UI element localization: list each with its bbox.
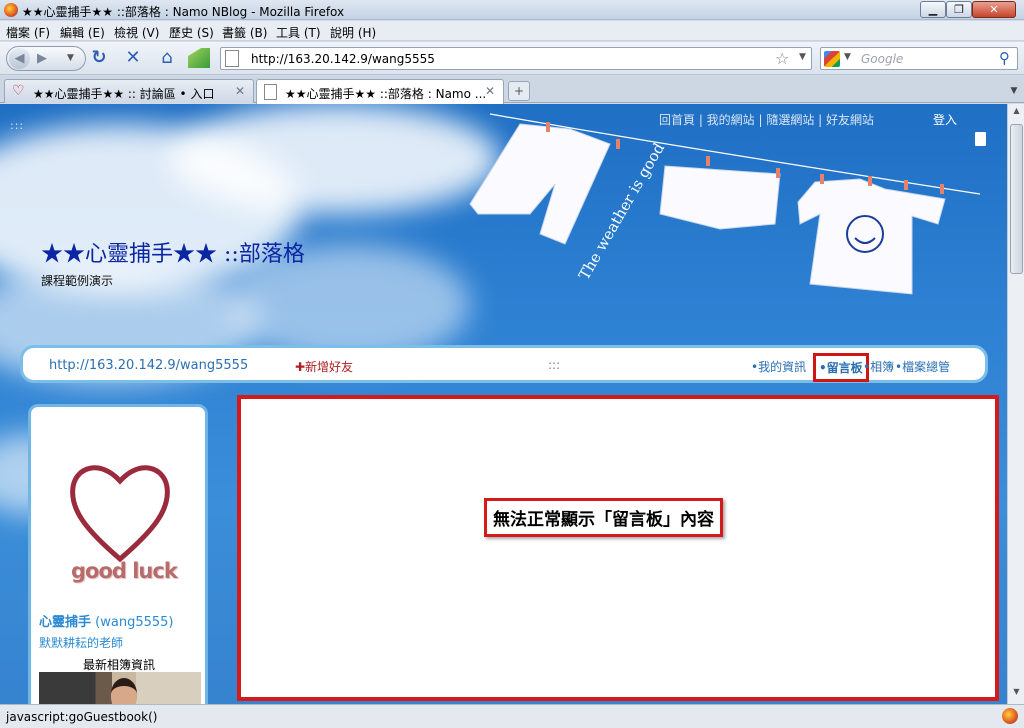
- profile-description: 默默耕耘的老師: [39, 636, 124, 650]
- window-title: ★★心靈捕手★★ ::部落格 : Namo NBlog - Mozilla Fi…: [22, 5, 345, 19]
- google-icon[interactable]: [824, 51, 840, 67]
- profile-sidebar: good luck 心靈捕手 (wang5555) 默默耕耘的老師 最新相簿資訊: [28, 404, 208, 704]
- browser-window: ★★心靈捕手★★ ::部落格 : Namo NBlog - Mozilla Fi…: [0, 0, 1024, 728]
- home-icon[interactable]: ⌂: [156, 48, 178, 68]
- blog-subtitle: 課程範例演示: [41, 274, 114, 288]
- forward-arrow-icon[interactable]: ▶: [37, 48, 47, 69]
- status-text: javascript:goGuestbook(): [6, 710, 158, 724]
- menu-tools[interactable]: 工具 (T): [276, 24, 321, 41]
- blog-url-link[interactable]: http://163.20.142.9/wang5555: [49, 358, 248, 373]
- tab-label: ★★心靈捕手★★ ::部落格 : Namo ...: [285, 87, 487, 101]
- nav-album[interactable]: •相簿: [863, 358, 894, 375]
- back-forward-group: ◀ ▶ ▼: [6, 46, 86, 71]
- back-arrow-icon[interactable]: ◀: [9, 48, 30, 69]
- close-tab-icon[interactable]: ✕: [235, 84, 245, 98]
- album-thumbnail[interactable]: [39, 672, 201, 704]
- search-placeholder[interactable]: Google: [861, 52, 903, 66]
- search-engine-dropdown-icon[interactable]: ▼: [844, 52, 851, 62]
- vertical-scrollbar[interactable]: ▲ ▼: [1007, 104, 1024, 704]
- url-dropdown-icon[interactable]: ▼: [799, 52, 806, 62]
- menu-help[interactable]: 說明 (H): [330, 24, 376, 41]
- menu-bar: 檔案 (F) 編輯 (E) 檢視 (V) 歷史 (S) 書籤 (B) 工具 (T…: [0, 21, 1024, 41]
- tab-forum[interactable]: ♡ ★★心靈捕手★★ :: 討論區 • 入口 ✕: [4, 79, 254, 103]
- blog-title[interactable]: ★★心靈捕手★★ ::部落格: [41, 236, 305, 268]
- address-bar[interactable]: http://163.20.142.9/wang5555 ☆ ▼: [220, 47, 812, 70]
- good-luck-text: good luck: [71, 559, 178, 583]
- nav-file-manager[interactable]: •檔案總管: [895, 358, 950, 375]
- blog-nav-strip: http://163.20.142.9/wang5555 ✚新增好友 ::: •…: [20, 345, 988, 383]
- search-box[interactable]: ▼ Google ⚲: [820, 47, 1018, 70]
- nav-dots: :::: [548, 358, 561, 372]
- stop-icon[interactable]: ✕: [122, 48, 144, 68]
- menu-file[interactable]: 檔案 (F): [6, 24, 50, 41]
- url-text[interactable]: http://163.20.142.9/wang5555: [251, 52, 435, 66]
- tab-list-icon[interactable]: ▼: [1006, 81, 1022, 101]
- scroll-thumb[interactable]: [1010, 124, 1023, 274]
- heart-icon: ♡: [12, 83, 25, 99]
- history-dropdown-icon[interactable]: ▼: [67, 48, 74, 69]
- firefox-icon: [4, 3, 18, 17]
- close-tab-icon[interactable]: ✕: [485, 84, 495, 98]
- profile-display-name[interactable]: 心靈捕手: [39, 615, 91, 630]
- corner-dots: :::: [10, 119, 25, 132]
- maximize-button[interactable]: ❐: [946, 1, 972, 18]
- album-heading: 最新相簿資訊: [83, 658, 156, 672]
- search-icon[interactable]: ⚲: [999, 49, 1010, 67]
- minimize-button[interactable]: ▁: [920, 1, 946, 18]
- title-bar: ★★心靈捕手★★ ::部落格 : Namo NBlog - Mozilla Fi…: [0, 0, 1024, 20]
- menu-edit[interactable]: 編輯 (E): [60, 24, 105, 41]
- navigation-toolbar: ◀ ▶ ▼ ↻ ✕ ⌂ http://163.20.142.9/wang5555…: [0, 42, 1024, 75]
- profile-name[interactable]: 心靈捕手 (wang5555): [39, 611, 173, 630]
- star-icon[interactable]: ☆: [775, 49, 789, 68]
- add-friend-link[interactable]: ✚新增好友: [295, 358, 353, 375]
- page-icon: [264, 84, 277, 100]
- scroll-up-icon[interactable]: ▲: [1010, 106, 1023, 121]
- close-button[interactable]: ✕: [972, 1, 1016, 18]
- tab-label: ★★心靈捕手★★ :: 討論區 • 入口: [33, 87, 215, 101]
- bookmark-toolbar-icon[interactable]: [188, 48, 210, 68]
- scroll-down-icon[interactable]: ▼: [1010, 687, 1023, 702]
- error-message: 無法正常顯示「留言板」內容: [484, 498, 723, 537]
- reload-icon[interactable]: ↻: [88, 48, 110, 68]
- tab-blog[interactable]: ★★心靈捕手★★ ::部落格 : Namo ... ✕: [256, 79, 504, 104]
- tab-bar: ♡ ★★心靈捕手★★ :: 討論區 • 入口 ✕ ★★心靈捕手★★ ::部落格 …: [0, 76, 1024, 104]
- new-tab-button[interactable]: +: [508, 81, 530, 101]
- profile-username[interactable]: (wang5555): [95, 615, 173, 630]
- firefox-status-icon[interactable]: [1002, 708, 1018, 724]
- nav-guestbook[interactable]: •留言板: [813, 353, 869, 382]
- cloud-decoration: [170, 104, 500, 214]
- page-content: ::: 回首頁 | 我的網站 | 隨選網站 | 好友網站 登入 The weat…: [0, 104, 1007, 704]
- page-icon: [225, 50, 239, 67]
- menu-view[interactable]: 檢視 (V): [114, 24, 159, 41]
- clothesline-illustration: [469, 113, 981, 295]
- menu-bookmarks[interactable]: 書籤 (B): [222, 24, 267, 41]
- photo-person: [111, 678, 137, 704]
- guestbook-panel: 無法正常顯示「留言板」內容: [237, 395, 999, 701]
- menu-history[interactable]: 歷史 (S): [169, 24, 214, 41]
- nav-my-info[interactable]: •我的資訊: [751, 358, 806, 375]
- status-bar: javascript:goGuestbook(): [0, 704, 1024, 728]
